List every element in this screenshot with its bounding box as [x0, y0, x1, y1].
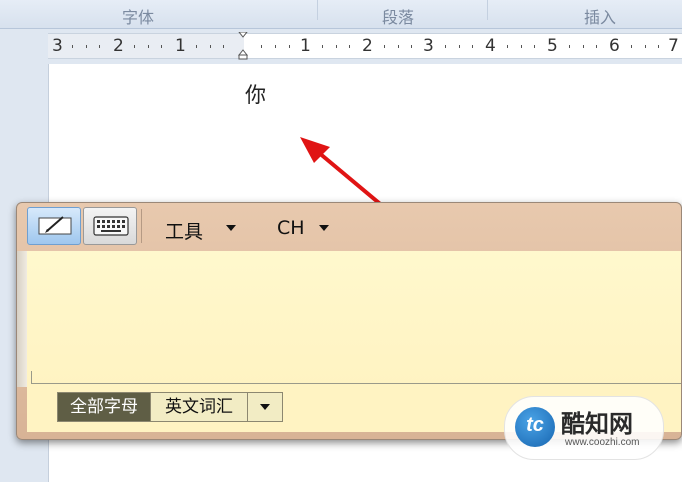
handwriting-area[interactable]	[27, 251, 681, 387]
tab-all-letters[interactable]: 全部字母	[57, 392, 151, 422]
logo-badge-icon: tc	[515, 407, 555, 447]
logo-url: www.coozhi.com	[565, 437, 640, 448]
chevron-down-icon	[260, 404, 270, 410]
language-menu[interactable]: CH	[277, 217, 305, 239]
chevron-down-icon[interactable]	[319, 225, 329, 231]
toolbar-divider	[141, 209, 142, 243]
logo-name: 酷知网	[561, 410, 633, 438]
tools-menu[interactable]: 工具	[165, 217, 203, 244]
keyboard-mode-button[interactable]	[83, 207, 137, 245]
handwriting-mode-button[interactable]	[27, 207, 81, 245]
logo-badge-text: tc	[526, 414, 544, 436]
ime-toolbar: 工具 CH	[17, 203, 681, 251]
tab-dropdown-button[interactable]	[247, 392, 283, 422]
pen-icon	[38, 216, 72, 235]
watermark-logo: tc 酷知网 www.coozhi.com	[504, 396, 664, 460]
tab-english-vocab[interactable]: 英文词汇	[150, 392, 248, 422]
keyboard-icon	[93, 216, 129, 236]
panel-side-handle[interactable]	[17, 251, 27, 387]
writing-baseline-mark	[31, 371, 32, 383]
chevron-down-icon[interactable]	[226, 225, 236, 231]
